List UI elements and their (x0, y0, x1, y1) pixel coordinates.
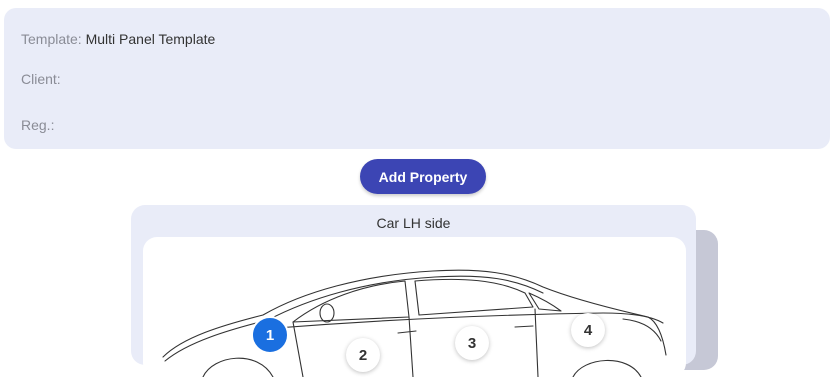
add-property-button[interactable]: Add Property (360, 159, 486, 194)
panel-card[interactable]: Car LH side (131, 205, 696, 377)
marker-1-label: 1 (265, 326, 275, 344)
reg-label: Reg.: (21, 117, 55, 133)
panel-marker-3[interactable]: 3 (455, 326, 489, 360)
marker-4-label: 4 (583, 321, 593, 339)
template-row: Template: Multi Panel Template (21, 31, 215, 47)
panel-marker-1[interactable]: 1 (251, 316, 289, 354)
info-panel: Template: Multi Panel Template Client: R… (4, 8, 830, 149)
car-diagram-area (143, 237, 686, 377)
panel-marker-4[interactable]: 4 (571, 313, 605, 347)
client-label: Client: (21, 71, 61, 87)
marker-3-label: 3 (467, 334, 477, 352)
template-value: Multi Panel Template (85, 31, 216, 47)
reg-row: Reg.: (21, 117, 54, 133)
client-row: Client: (21, 71, 61, 87)
template-label: Template: (21, 31, 82, 47)
panel-title: Car LH side (376, 215, 451, 231)
panel-marker-2[interactable]: 2 (346, 338, 380, 372)
car-lh-side-image (162, 269, 667, 377)
marker-2-label: 2 (358, 346, 368, 364)
